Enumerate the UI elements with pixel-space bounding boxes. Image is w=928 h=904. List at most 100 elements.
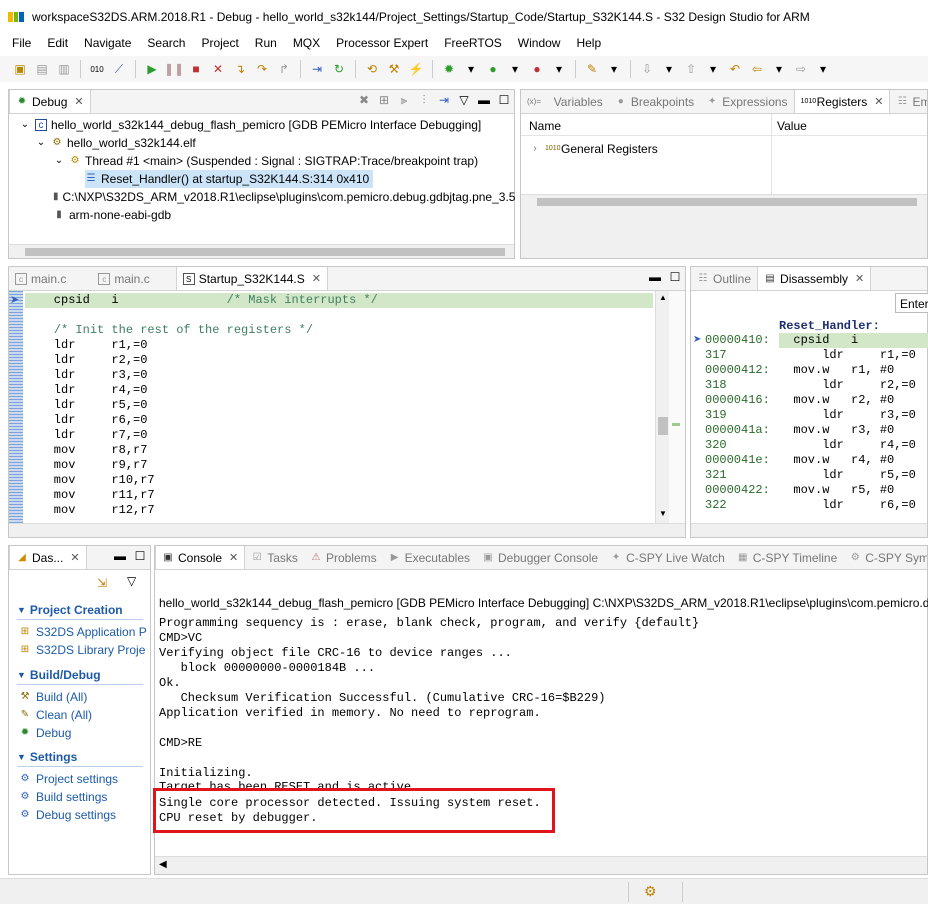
prev-annotation-icon[interactable]: ⇧ bbox=[681, 59, 701, 79]
tab-debug[interactable]: ✹ Debug ✕ bbox=[9, 90, 91, 113]
pen-icon[interactable]: ✎ bbox=[582, 59, 602, 79]
menu-search[interactable]: Search bbox=[147, 36, 185, 50]
minimize-icon[interactable]: ▬ bbox=[474, 90, 494, 110]
tab-console[interactable]: ▣ Console ✕ bbox=[155, 546, 246, 569]
menu-processor-expert[interactable]: Processor Expert bbox=[336, 36, 428, 50]
tab-main-c-2[interactable]: c main.c bbox=[92, 267, 155, 290]
menu-window[interactable]: Window bbox=[518, 36, 561, 50]
dropdown-icon[interactable]: ▾ bbox=[769, 59, 789, 79]
binary-icon[interactable]: 010 bbox=[87, 59, 107, 79]
step-into-icon[interactable]: ↴ bbox=[230, 59, 250, 79]
last-edit-icon[interactable]: ↶ bbox=[725, 59, 745, 79]
close-icon[interactable]: ✕ bbox=[312, 272, 321, 285]
tree-gdb[interactable]: ▮ arm-none-eabi-gdb bbox=[53, 206, 171, 224]
run-icon[interactable]: ● bbox=[483, 59, 503, 79]
menu-run[interactable]: Run bbox=[255, 36, 277, 50]
step-return-icon[interactable]: ↱ bbox=[274, 59, 294, 79]
tab-problems[interactable]: ⚠ Problems bbox=[304, 546, 383, 569]
expand-icon[interactable]: › bbox=[529, 143, 541, 155]
link-clean-all[interactable]: ✎ Clean (All) bbox=[19, 708, 92, 722]
menu-file[interactable]: File bbox=[12, 36, 31, 50]
tab-startup-s[interactable]: S Startup_S32K144.S ✕ bbox=[175, 267, 328, 290]
tab-disassembly[interactable]: ▤ Disassembly ✕ bbox=[757, 267, 872, 290]
overview-marker[interactable] bbox=[672, 423, 680, 426]
dropdown-icon[interactable]: ▾ bbox=[659, 59, 679, 79]
disconnect-icon[interactable]: ✕ bbox=[208, 59, 228, 79]
tree-thread[interactable]: ⌄ ⚙ Thread #1 <main> (Suspended : Signal… bbox=[53, 152, 478, 170]
tab-executables[interactable]: ▶ Executables bbox=[383, 546, 476, 569]
forward-icon[interactable]: ⇨ bbox=[791, 59, 811, 79]
disasm-body[interactable]: ➤ 00000410: cpsid i 317 ldr r1,=0 000004… bbox=[691, 333, 928, 519]
back-icon[interactable]: ⇦ bbox=[747, 59, 767, 79]
address-input[interactable]: Enter bbox=[895, 293, 928, 313]
collapse-icon[interactable]: ▼ bbox=[17, 670, 26, 680]
tab-tasks[interactable]: ☑ Tasks bbox=[245, 546, 304, 569]
section-settings[interactable]: ▼ Settings bbox=[17, 750, 77, 764]
collapse-icon[interactable]: ⌄ bbox=[53, 155, 65, 167]
dropdown-icon[interactable]: ▾ bbox=[703, 59, 723, 79]
scrollbar-thumb[interactable] bbox=[537, 198, 917, 206]
instruction-step-mode-icon[interactable]: ⇥ bbox=[434, 90, 454, 110]
resume-icon[interactable]: ▶ bbox=[142, 59, 162, 79]
section-project-creation[interactable]: ▼ Project Creation bbox=[17, 603, 123, 617]
connect-icon[interactable]: ⊞ bbox=[374, 90, 394, 110]
scroll-down-icon[interactable]: ▼ bbox=[659, 509, 667, 518]
close-icon[interactable]: ✕ bbox=[229, 551, 238, 564]
col-value[interactable]: Value bbox=[777, 119, 807, 133]
scroll-up-icon[interactable]: ▲ bbox=[659, 293, 667, 302]
menu-mqx[interactable]: MQX bbox=[293, 36, 320, 50]
section-build-debug[interactable]: ▼ Build/Debug bbox=[17, 668, 101, 682]
link-build-all[interactable]: ⚒ Build (All) bbox=[19, 690, 88, 704]
link-s32ds-application[interactable]: ⊞ S32DS Application P bbox=[19, 625, 147, 639]
link-s32ds-library[interactable]: ⊞ S32DS Library Proje bbox=[19, 643, 146, 657]
external-tools-icon[interactable]: ● bbox=[527, 59, 547, 79]
tree-stack-frame[interactable]: ☰ Reset_Handler() at startup_S32K144.S:3… bbox=[85, 170, 374, 188]
horizontal-scrollbar[interactable] bbox=[521, 194, 927, 208]
dropdown-icon[interactable]: ▾ bbox=[604, 59, 624, 79]
close-icon[interactable]: ✕ bbox=[70, 551, 79, 564]
collapse-icon[interactable]: ⌄ bbox=[35, 137, 47, 149]
link-debug-settings[interactable]: ⚙ Debug settings bbox=[19, 808, 117, 822]
tab-registers[interactable]: 1010 Registers ✕ bbox=[793, 90, 891, 113]
horizontal-scrollbar[interactable]: ◀ bbox=[155, 856, 927, 874]
maximize-icon[interactable]: ☐ bbox=[494, 90, 514, 110]
tab-embsys[interactable]: ☷EmbS bbox=[890, 90, 927, 113]
close-icon[interactable]: ✕ bbox=[74, 95, 83, 108]
col-name[interactable]: Name bbox=[529, 119, 561, 133]
build-icon[interactable]: ⚒ bbox=[384, 59, 404, 79]
tab-main-c-1[interactable]: c main.c bbox=[9, 267, 72, 290]
view-menu-icon[interactable]: ▽ bbox=[454, 90, 474, 110]
import-icon[interactable]: ⇲ bbox=[97, 576, 107, 590]
maximize-icon[interactable]: ☐ bbox=[665, 267, 685, 287]
save-all-icon[interactable]: ▥ bbox=[54, 59, 74, 79]
tab-cspy-live-watch[interactable]: ✦ C-SPY Live Watch bbox=[604, 546, 731, 569]
tab-outline[interactable]: ☷ Outline bbox=[691, 267, 757, 290]
scrollbar-thumb[interactable] bbox=[658, 417, 668, 435]
register-group-row[interactable]: › 1010 General Registers bbox=[529, 140, 657, 158]
terminate-icon[interactable]: ■ bbox=[186, 59, 206, 79]
tab-debugger-console[interactable]: ▣ Debugger Console bbox=[476, 546, 604, 569]
tab-breakpoints[interactable]: ● Breakpoints bbox=[609, 90, 700, 113]
tree-launch[interactable]: ⌄ c hello_world_s32k144_debug_flash_pemi… bbox=[19, 116, 481, 134]
collapse-icon[interactable]: ▼ bbox=[17, 605, 26, 615]
link-build-settings[interactable]: ⚙ Build settings bbox=[19, 790, 108, 804]
link-debug[interactable]: ✹ Debug bbox=[19, 726, 72, 740]
close-icon[interactable]: ✕ bbox=[855, 272, 864, 285]
new-icon[interactable]: ▣ bbox=[10, 59, 30, 79]
tree-elf[interactable]: ⌄ ⚙ hello_world_s32k144.elf bbox=[35, 134, 196, 152]
collapse-icon[interactable]: ⌄ bbox=[19, 119, 31, 131]
code-body[interactable]: cpsid i /* Mask interrupts */ /* Init th… bbox=[25, 293, 655, 523]
scrollbar-thumb[interactable] bbox=[25, 248, 505, 256]
tab-expressions[interactable]: ✦ Expressions bbox=[700, 90, 793, 113]
dropdown-icon[interactable]: ▾ bbox=[505, 59, 525, 79]
menu-project[interactable]: Project bbox=[201, 36, 238, 50]
status-icon[interactable]: ⚙ bbox=[644, 883, 657, 900]
horizontal-scrollbar[interactable] bbox=[9, 244, 514, 258]
tree-gdb-server[interactable]: ▮ C:\NXP\S32DS_ARM_v2018.R1\eclipse\plug… bbox=[53, 188, 515, 206]
maximize-icon[interactable]: ☐ bbox=[130, 546, 150, 566]
tab-cspy-timeline[interactable]: ▦ C-SPY Timeline bbox=[731, 546, 843, 569]
horizontal-scrollbar[interactable] bbox=[691, 523, 927, 537]
instruction-step-icon[interactable]: ⇥ bbox=[307, 59, 327, 79]
menu-navigate[interactable]: Navigate bbox=[84, 36, 131, 50]
restart-icon[interactable]: ↻ bbox=[329, 59, 349, 79]
